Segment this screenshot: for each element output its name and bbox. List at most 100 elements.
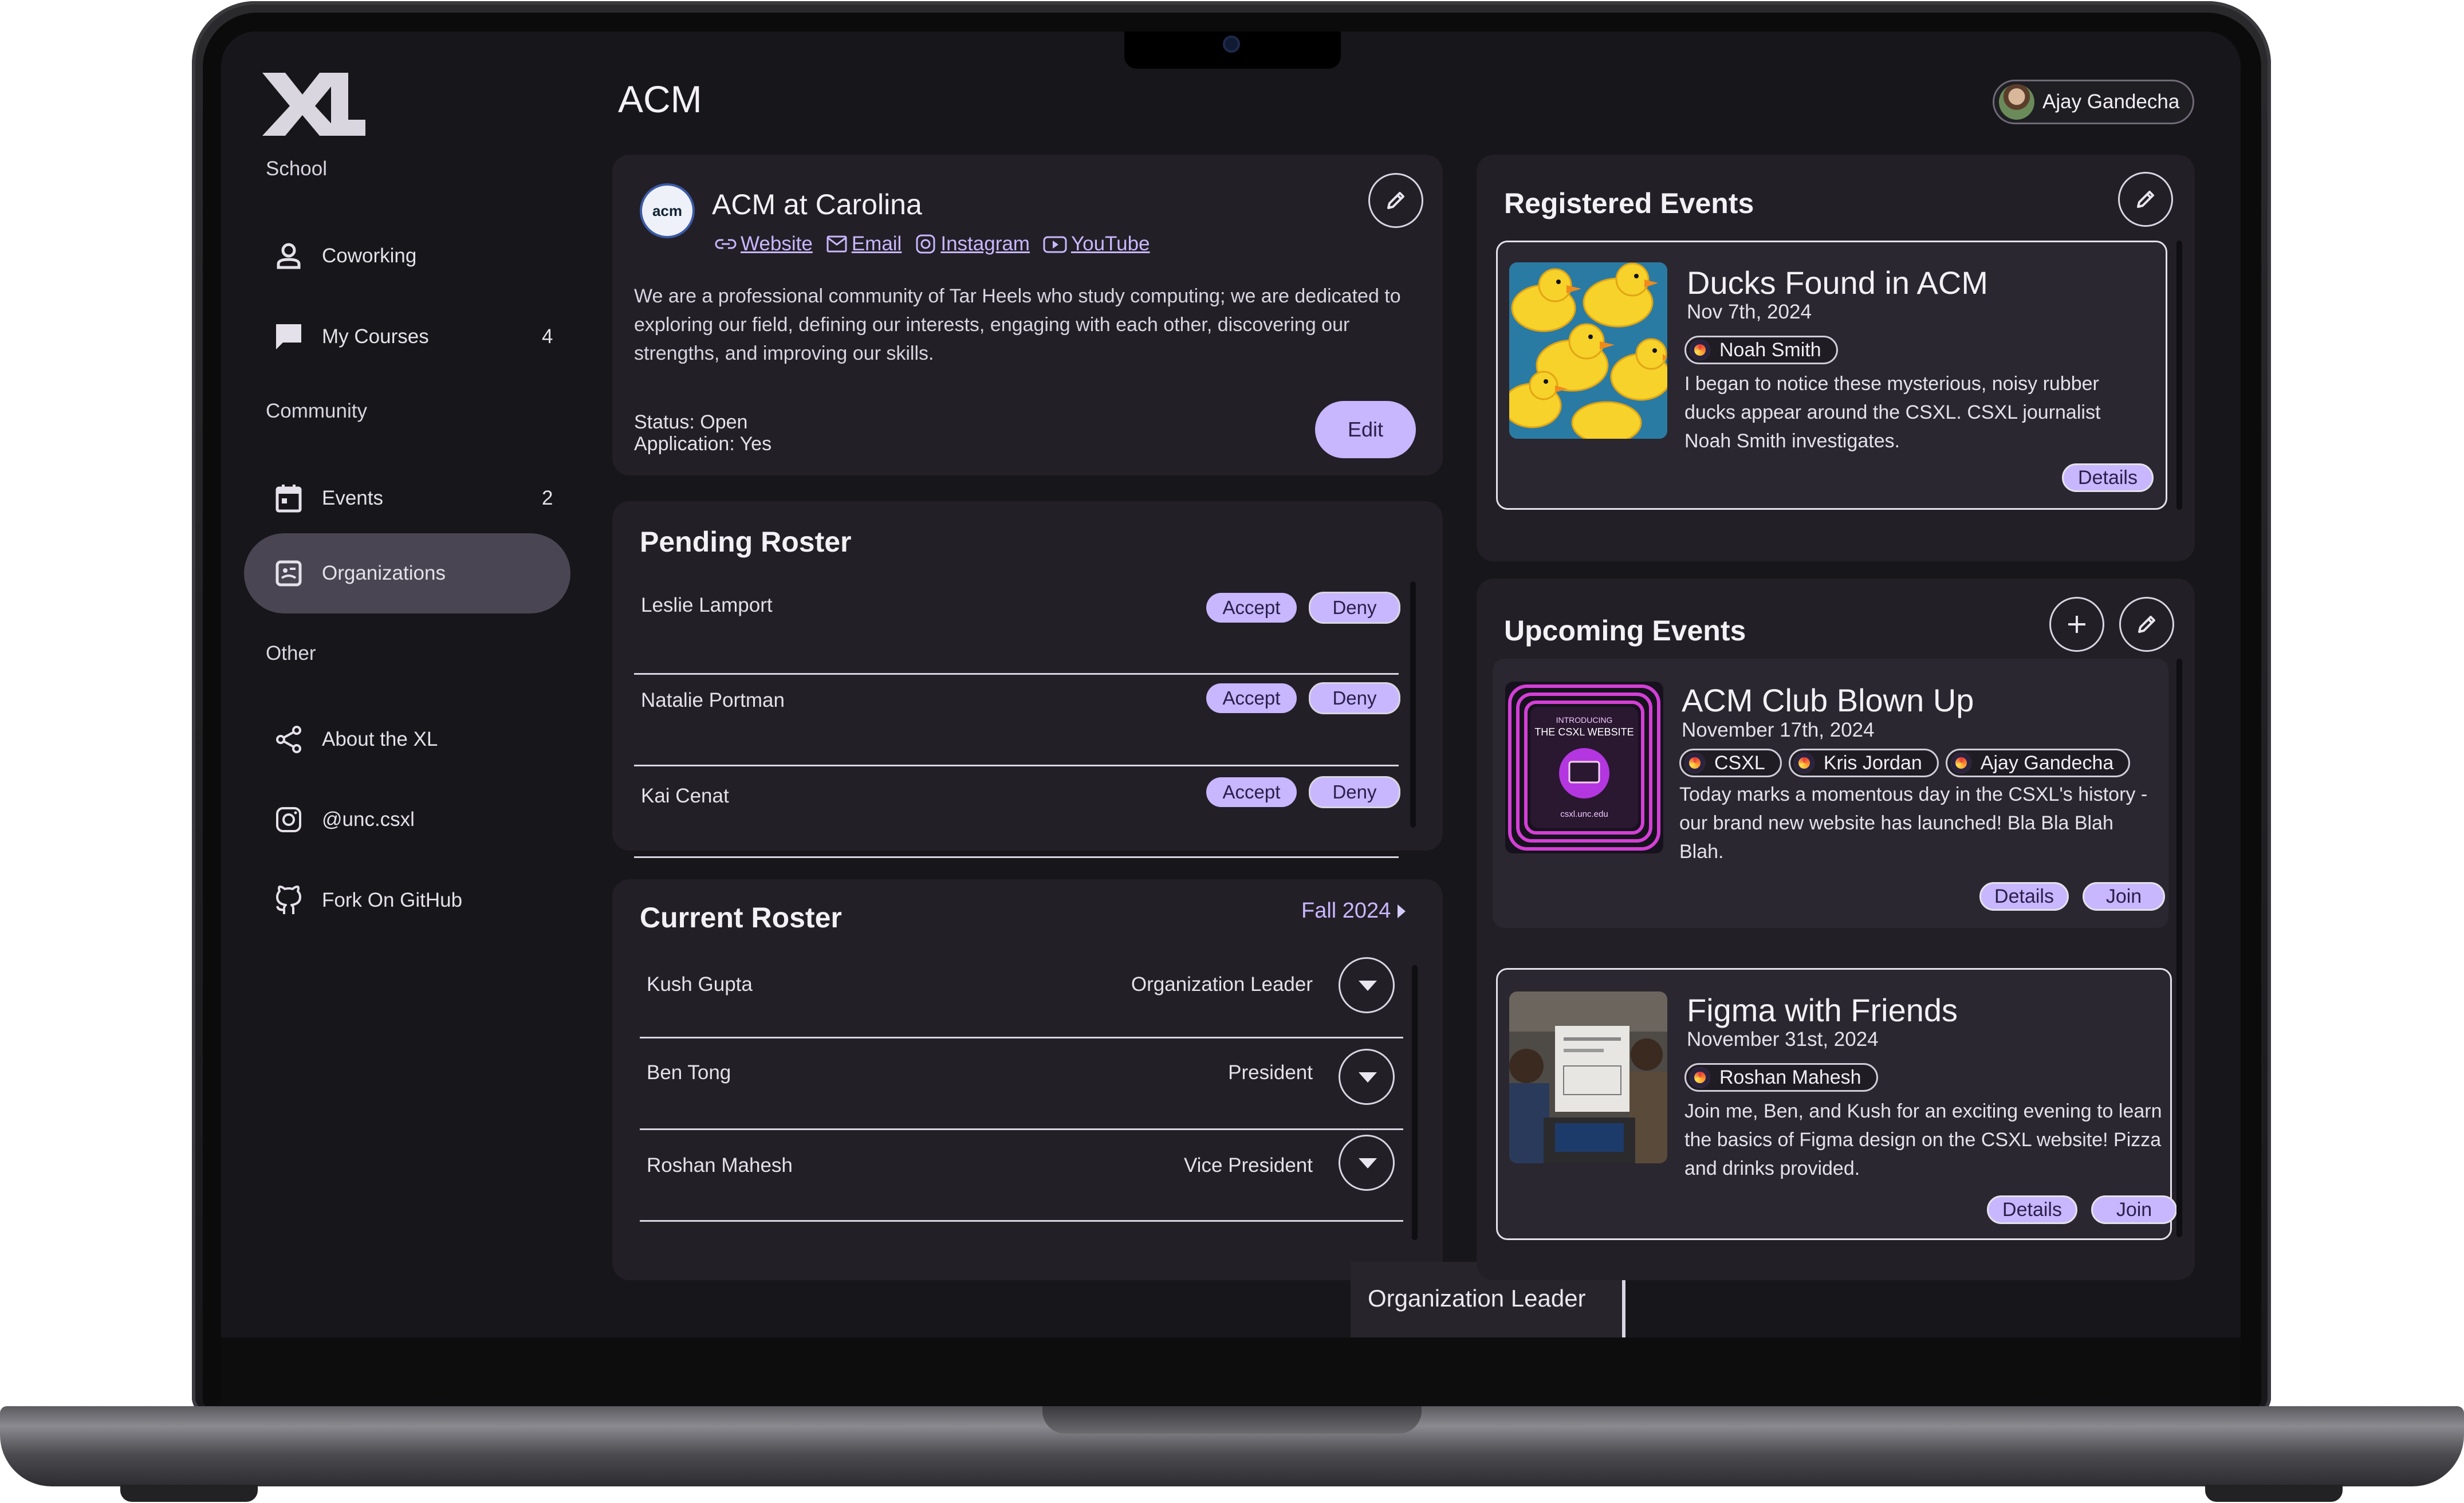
youtube-icon [1043, 236, 1067, 253]
sidebar-item-label: Organizations [322, 562, 446, 584]
semester-selector[interactable]: Fall 2024 [1301, 899, 1406, 923]
website-link[interactable]: Website [714, 233, 813, 255]
pencil-icon [2137, 191, 2154, 208]
registered-events-card: Registered Events Ducks Found in ACM Nov… [1477, 155, 2195, 561]
instagram-link[interactable]: Instagram [914, 233, 1030, 255]
event-date: November 17th, 2024 [1682, 719, 1875, 741]
github-icon [276, 886, 301, 914]
join-button[interactable]: Join [2091, 1195, 2177, 1224]
sidebar-item-instagram[interactable]: @unc.csxl [244, 780, 570, 860]
plus-icon [2068, 616, 2085, 633]
org-status: Status: Open Application: Yes [634, 411, 772, 455]
org-links: Website Email Instagram YouTube [714, 233, 1150, 255]
calendar-icon [275, 485, 302, 513]
org-info-card: acm ACM at Carolina Website Email Instag… [612, 155, 1443, 475]
registered-scrollbar[interactable] [2176, 241, 2182, 510]
sidebar-item-coworking[interactable]: Coworking [244, 216, 570, 296]
event-title: Ducks Found in ACM [1687, 265, 1988, 301]
event-date: Nov 7th, 2024 [1687, 301, 1812, 323]
accept-button[interactable]: Accept [1206, 683, 1297, 713]
edit-upcoming-pencil-button[interactable] [2119, 597, 2174, 652]
pending-row-name: Kai Cenat [641, 785, 729, 807]
avatar-icon [1950, 753, 1971, 773]
person-chip[interactable]: Kris Jordan [1788, 749, 1939, 777]
user-profile-chip[interactable]: Ajay Gandecha [1993, 80, 2194, 124]
chevron-right-icon [1398, 904, 1406, 918]
person-chip[interactable]: Noah Smith [1684, 336, 1838, 364]
avatar-icon [1690, 340, 1710, 360]
figma-photo [1509, 991, 1667, 1163]
youtube-link[interactable]: YouTube [1042, 233, 1150, 255]
event-people: Roshan Mahesh [1684, 1063, 1878, 1092]
role-dropdown-button[interactable] [1339, 1049, 1395, 1105]
deny-button[interactable]: Deny [1309, 776, 1400, 808]
current-roster-scrollbar[interactable] [1412, 965, 1418, 1240]
event-description: Join me, Ben, and Kush for an exciting e… [1684, 1100, 2162, 1179]
role-dropdown-button[interactable] [1339, 957, 1395, 1013]
row-divider [634, 856, 1399, 858]
laptop-foot-right [2205, 1485, 2343, 1502]
pending-row-name: Natalie Portman [641, 689, 785, 711]
event-card[interactable]: Ducks Found in ACM Nov 7th, 2024 Noah Sm… [1496, 241, 2167, 510]
xl-logo[interactable]: XL [262, 73, 365, 139]
deny-button[interactable]: Deny [1309, 682, 1400, 714]
person-chip[interactable]: Roshan Mahesh [1684, 1063, 1878, 1092]
status-text: Status: Open [634, 411, 748, 433]
avatar-icon [1793, 753, 1814, 773]
event-title: ACM Club Blown Up [1682, 682, 1974, 718]
roster-row-name: Kush Gupta [647, 973, 753, 996]
roster-row-role: Organization Leader [1131, 973, 1313, 996]
pending-scrollbar[interactable] [1410, 581, 1416, 828]
image-caption-top: INTRODUCING [1556, 715, 1613, 725]
details-button[interactable]: Details [1987, 1195, 2077, 1224]
sidebar-item-label: About the XL [322, 728, 438, 750]
details-button[interactable]: Details [2062, 463, 2154, 492]
person-name: Roshan Mahesh [1719, 1066, 1861, 1088]
sidebar-item-label: Events [322, 487, 383, 509]
laptop-foot-left [120, 1485, 258, 1502]
add-event-button[interactable] [2049, 597, 2104, 652]
pending-roster-card: Pending Roster Leslie Lamport Accept Den… [612, 501, 1443, 858]
upcoming-events-title: Upcoming Events [1504, 615, 1746, 647]
sidebar-item-label: My Courses [322, 325, 429, 348]
app-screen: XL School Coworking My Courses 4 Communi… [221, 32, 2241, 1337]
event-card[interactable]: INTRODUCING THE CSXL WEBSITE csxl.unc.ed… [1493, 659, 2168, 928]
email-link[interactable]: Email [825, 233, 902, 255]
event-people: CSXL Kris Jordan Ajay Gandecha [1679, 749, 2131, 777]
link-icon [715, 239, 737, 249]
screen-chin [221, 1337, 2241, 1406]
deny-button[interactable]: Deny [1309, 592, 1400, 624]
badge-icon [275, 560, 302, 587]
sidebar-item-my-courses[interactable]: My Courses 4 [244, 297, 570, 377]
laptop-opening-groove [1042, 1406, 1422, 1434]
nav-section-school: School [266, 158, 328, 180]
current-roster-card: Current Roster Fall 2024 Kush Gupta Orga… [612, 879, 1443, 1280]
sidebar-item-about[interactable]: About the XL [244, 699, 570, 780]
person-chip[interactable]: Ajay Gandecha [1945, 749, 2131, 777]
registered-events-title: Registered Events [1504, 187, 1754, 219]
join-button[interactable]: Join [2083, 882, 2165, 911]
sidebar-item-label: Coworking [322, 245, 417, 267]
dropdown-option[interactable]: Organization Leader [1368, 1285, 1586, 1312]
sidebar-item-events[interactable]: Events 2 [244, 458, 570, 538]
event-card[interactable]: Figma with Friends November 31st, 2024 R… [1496, 968, 2177, 1240]
edit-org-pencil-button[interactable] [1368, 173, 1423, 228]
role-dropdown-button[interactable] [1339, 1135, 1395, 1191]
details-button[interactable]: Details [1979, 882, 2069, 911]
sidebar-item-organizations[interactable]: Organizations [244, 533, 570, 613]
avatar [1999, 84, 2034, 120]
roster-row-role: Vice President [1183, 1154, 1313, 1177]
row-divider [634, 673, 1399, 675]
sidebar-item-github[interactable]: Fork On GitHub [244, 860, 570, 941]
row-divider [640, 1128, 1403, 1130]
upcoming-scrollbar[interactable] [2176, 659, 2182, 1237]
edit-button[interactable]: Edit [1315, 401, 1416, 458]
pencil-icon [1387, 192, 1404, 209]
person-chip[interactable]: CSXL [1679, 749, 1782, 777]
org-name: ACM at Carolina [712, 188, 922, 221]
edit-registered-pencil-button[interactable] [2118, 172, 2173, 227]
org-logo: acm [640, 183, 695, 238]
accept-button[interactable]: Accept [1206, 593, 1297, 623]
camera-icon [1223, 36, 1240, 53]
accept-button[interactable]: Accept [1206, 777, 1297, 807]
